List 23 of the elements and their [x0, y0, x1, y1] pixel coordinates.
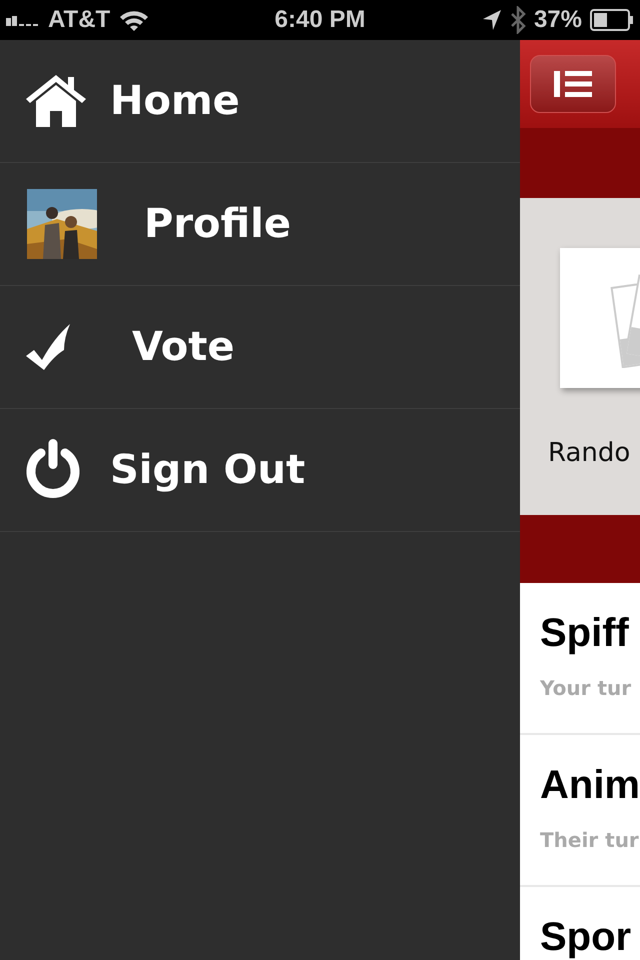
menu-item[interactable]: Profile	[0, 163, 520, 286]
battery-percent: 37%	[534, 6, 582, 34]
menu-item[interactable]: Sign Out	[0, 409, 520, 532]
carrier-name: AT&T	[48, 6, 110, 34]
game-title: Spor	[540, 915, 632, 960]
signal-icon	[6, 14, 40, 26]
location-arrow-icon	[482, 9, 502, 31]
menu-item[interactable]: Home	[0, 40, 520, 163]
game-row[interactable]: Spor	[520, 887, 640, 960]
menu-button[interactable]	[530, 55, 616, 113]
game-row[interactable]: Anim Their tur	[520, 735, 640, 887]
battery-icon	[590, 9, 634, 31]
turn-status: Their tur	[540, 828, 640, 852]
game-row[interactable]: Spiff Your tur	[520, 583, 640, 735]
category-label: Rando	[548, 438, 632, 468]
turn-status: Your tur	[540, 676, 632, 700]
home-icon	[24, 73, 88, 129]
game-title: Spiff	[540, 611, 630, 656]
power-icon	[24, 439, 82, 501]
game-title: Anim	[540, 763, 640, 808]
menu-icon	[554, 71, 592, 97]
bluetooth-icon	[510, 6, 526, 34]
clock-time: 6:40 PM	[274, 6, 366, 34]
